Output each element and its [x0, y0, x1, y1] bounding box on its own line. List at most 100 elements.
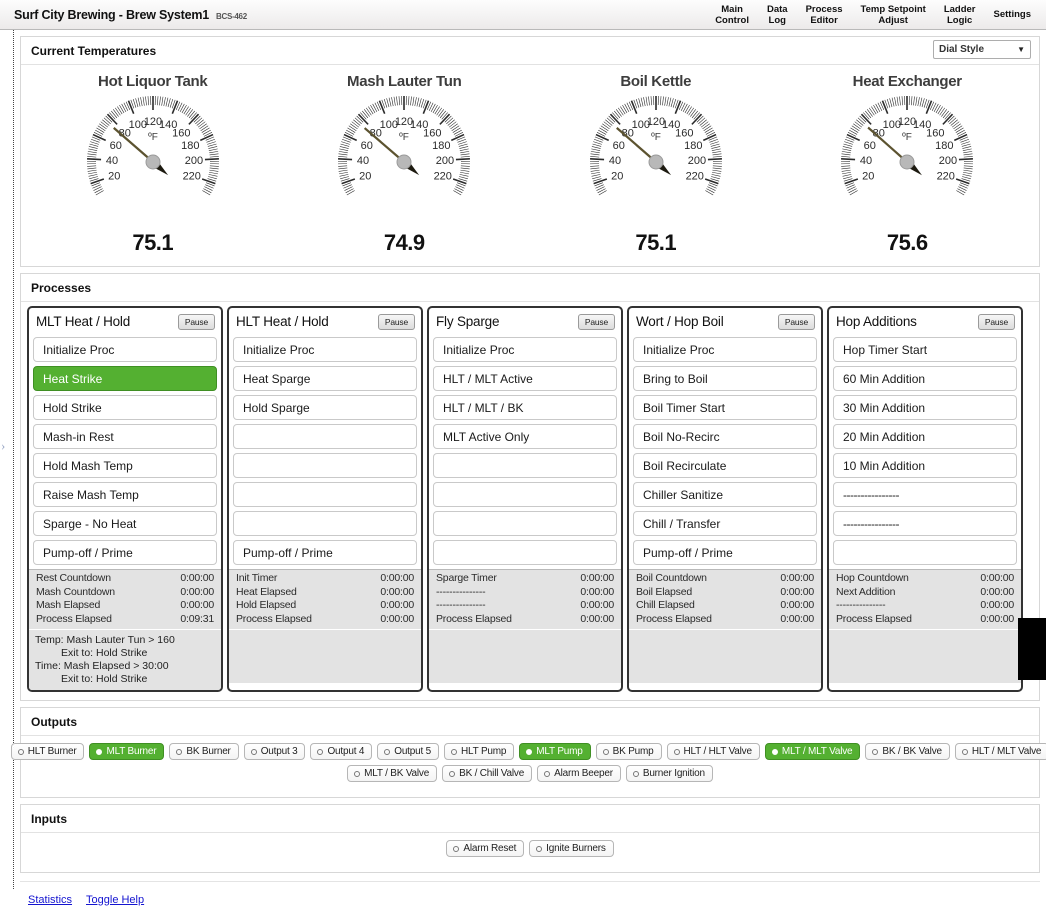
- timer-row: Process Elapsed0:00:00: [629, 613, 821, 627]
- process-step[interactable]: 60 Min Addition: [833, 366, 1017, 391]
- process-exit-conditions: [229, 629, 421, 683]
- io-toggle-output-5[interactable]: Output 5: [377, 743, 439, 760]
- io-toggle-mlt-burner[interactable]: MLT Burner: [89, 743, 164, 760]
- process-step[interactable]: Pump-off / Prime: [233, 540, 417, 565]
- process-step[interactable]: Initialize Proc: [633, 337, 817, 362]
- svg-text:40: 40: [106, 155, 118, 167]
- status-dot-icon: [176, 749, 182, 755]
- status-dot-icon: [384, 749, 390, 755]
- timer-label: Init Timer: [236, 572, 277, 586]
- io-toggle-mlt-mlt-valve[interactable]: MLT / MLT Valve: [765, 743, 861, 760]
- process-step[interactable]: [233, 453, 417, 478]
- gauge-dial: 20406080100120140160180200220ºF: [586, 92, 726, 232]
- io-toggle-mlt-pump[interactable]: MLT Pump: [519, 743, 590, 760]
- process-step[interactable]: Hold Mash Temp: [33, 453, 217, 478]
- process-step[interactable]: MLT Active Only: [433, 424, 617, 449]
- svg-text:160: 160: [926, 127, 944, 139]
- io-toggle-hlt-mlt-valve[interactable]: HLT / MLT Valve: [955, 743, 1046, 760]
- process-step[interactable]: ----------------: [833, 482, 1017, 507]
- io-toggle-bk-burner[interactable]: BK Burner: [169, 743, 238, 760]
- processes-header: Processes: [21, 274, 1039, 301]
- process-step[interactable]: 10 Min Addition: [833, 453, 1017, 478]
- process-step[interactable]: Pump-off / Prime: [33, 540, 217, 565]
- nav-item-5[interactable]: Settings: [985, 9, 1040, 20]
- process-step[interactable]: Sparge - No Heat: [33, 511, 217, 536]
- io-toggle-burner-ignition[interactable]: Burner Ignition: [626, 765, 713, 782]
- status-dot-icon: [633, 771, 639, 777]
- io-toggle-output-4[interactable]: Output 4: [310, 743, 372, 760]
- timer-label: Next Addition: [836, 586, 895, 600]
- process-step[interactable]: HLT / MLT / BK: [433, 395, 617, 420]
- process-step[interactable]: Heat Sparge: [233, 366, 417, 391]
- process-step[interactable]: Bring to Boil: [633, 366, 817, 391]
- io-toggle-hlt-pump[interactable]: HLT Pump: [444, 743, 514, 760]
- process-step[interactable]: [233, 511, 417, 536]
- process-step[interactable]: HLT / MLT Active: [433, 366, 617, 391]
- io-button-row: MLT / BK Valve BK / Chill Valve Alarm Beep…: [27, 765, 1033, 782]
- timer-value: 0:00:00: [580, 572, 614, 586]
- process-step[interactable]: Mash-in Rest: [33, 424, 217, 449]
- io-toggle-label: HLT Pump: [461, 746, 506, 757]
- io-toggle-bk-bk-valve[interactable]: BK / BK Valve: [865, 743, 949, 760]
- nav-item-1[interactable]: Data Log: [758, 4, 797, 26]
- process-timers: Hop Countdown0:00:00Next Addition0:00:00…: [829, 569, 1021, 629]
- process-column: HLT Heat / HoldPauseInitialize ProcHeat …: [227, 306, 423, 692]
- timer-row: Next Addition0:00:00: [829, 586, 1021, 600]
- process-step[interactable]: Chiller Sanitize: [633, 482, 817, 507]
- process-step[interactable]: [233, 424, 417, 449]
- process-step[interactable]: Boil No-Recirc: [633, 424, 817, 449]
- process-step[interactable]: Boil Timer Start: [633, 395, 817, 420]
- gauge-3: Heat Exchanger20406080100120140160180200…: [787, 73, 1027, 256]
- io-toggle-label: HLT / HLT Valve: [684, 746, 752, 757]
- io-toggle-output-3[interactable]: Output 3: [244, 743, 306, 760]
- io-toggle-label: BK Pump: [613, 746, 654, 757]
- pause-button[interactable]: Pause: [578, 314, 615, 330]
- expand-chevron-icon[interactable]: ›: [1, 438, 5, 454]
- timer-label: Boil Elapsed: [636, 586, 692, 600]
- pause-button[interactable]: Pause: [778, 314, 815, 330]
- process-step[interactable]: [433, 540, 617, 565]
- process-step[interactable]: Hop Timer Start: [833, 337, 1017, 362]
- process-step[interactable]: Initialize Proc: [33, 337, 217, 362]
- process-step[interactable]: Hold Sparge: [233, 395, 417, 420]
- process-step[interactable]: [833, 540, 1017, 565]
- io-toggle-alarm-beeper[interactable]: Alarm Beeper: [537, 765, 621, 782]
- io-toggle-ignite-burners[interactable]: Ignite Burners: [529, 840, 613, 857]
- dial-style-select[interactable]: Dial Style ▼: [933, 40, 1031, 59]
- process-step[interactable]: Pump-off / Prime: [633, 540, 817, 565]
- process-step[interactable]: Initialize Proc: [433, 337, 617, 362]
- io-toggle-mlt-bk-valve[interactable]: MLT / BK Valve: [347, 765, 437, 782]
- process-step[interactable]: 20 Min Addition: [833, 424, 1017, 449]
- io-toggle-bk-pump[interactable]: BK Pump: [596, 743, 662, 760]
- footer-link-toggle-help[interactable]: Toggle Help: [86, 894, 144, 906]
- process-step[interactable]: 30 Min Addition: [833, 395, 1017, 420]
- process-step[interactable]: Heat Strike: [33, 366, 217, 391]
- footer-link-statistics[interactable]: Statistics: [28, 894, 72, 906]
- pause-button[interactable]: Pause: [178, 314, 215, 330]
- io-toggle-alarm-reset[interactable]: Alarm Reset: [446, 840, 524, 857]
- nav-item-2[interactable]: Process Editor: [797, 4, 852, 26]
- footer-links: Statistics Toggle Help: [20, 881, 1040, 906]
- process-step[interactable]: [433, 453, 617, 478]
- io-toggle-hlt-burner[interactable]: HLT Burner: [11, 743, 85, 760]
- process-step[interactable]: [433, 482, 617, 507]
- status-dot-icon: [354, 771, 360, 777]
- process-step[interactable]: Initialize Proc: [233, 337, 417, 362]
- process-step[interactable]: Raise Mash Temp: [33, 482, 217, 507]
- nav-item-4[interactable]: Ladder Logic: [935, 4, 985, 26]
- nav-item-3[interactable]: Temp Setpoint Adjust: [852, 4, 935, 26]
- io-toggle-bk-chill-valve[interactable]: BK / Chill Valve: [442, 765, 532, 782]
- pause-button[interactable]: Pause: [978, 314, 1015, 330]
- process-step[interactable]: Boil Recirculate: [633, 453, 817, 478]
- gauge-label: Boil Kettle: [536, 73, 776, 90]
- process-step[interactable]: [433, 511, 617, 536]
- process-step[interactable]: Chill / Transfer: [633, 511, 817, 536]
- pause-button[interactable]: Pause: [378, 314, 415, 330]
- status-dot-icon: [872, 749, 878, 755]
- process-step[interactable]: Hold Strike: [33, 395, 217, 420]
- process-step[interactable]: ----------------: [833, 511, 1017, 536]
- io-toggle-hlt-hlt-valve[interactable]: HLT / HLT Valve: [667, 743, 760, 760]
- process-header: Fly SpargePause: [429, 308, 621, 335]
- nav-item-0[interactable]: Main Control: [706, 4, 758, 26]
- process-step[interactable]: [233, 482, 417, 507]
